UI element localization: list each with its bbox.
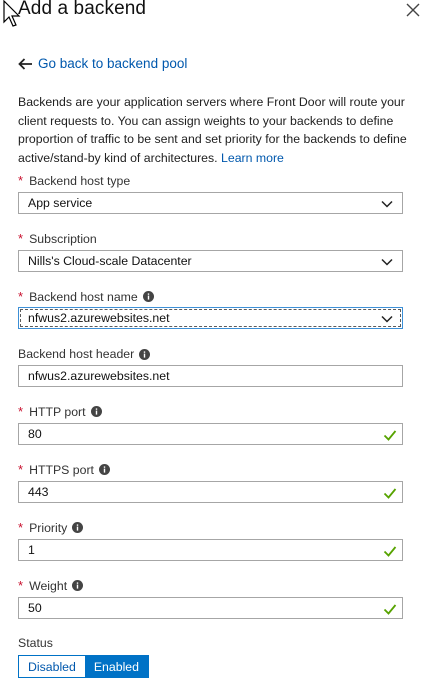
learn-more-link[interactable]: Learn more	[221, 151, 284, 165]
chevron-down-icon	[381, 200, 393, 208]
https-port-input[interactable]: 443	[18, 481, 403, 503]
checkmark-icon	[383, 546, 397, 557]
info-icon[interactable]	[72, 522, 84, 533]
host-header-input[interactable]: nfwus2.azurewebsites.net	[18, 365, 403, 387]
host-name-label: * Backend host name	[18, 289, 154, 304]
required-marker: *	[18, 578, 24, 593]
description: Backends are your application servers wh…	[18, 93, 408, 167]
back-link-label: Go back to backend pool	[38, 56, 188, 71]
host-type-select[interactable]: App service	[18, 192, 403, 214]
required-marker: *	[18, 231, 24, 246]
required-marker: *	[18, 173, 24, 188]
required-marker: *	[18, 404, 24, 419]
http-port-label: * HTTP port	[18, 404, 102, 419]
description-text: Backends are your application servers wh…	[18, 95, 407, 165]
required-marker: *	[18, 520, 24, 535]
host-type-label: * Backend host type	[18, 173, 131, 188]
required-marker: *	[18, 289, 24, 304]
info-icon[interactable]	[90, 406, 102, 417]
chevron-down-icon	[381, 315, 393, 323]
page-title: Add a backend	[18, 0, 147, 19]
close-icon	[406, 3, 420, 17]
checkmark-icon	[383, 604, 397, 615]
weight-label: * Weight	[18, 578, 84, 593]
priority-label: * Priority	[18, 520, 84, 535]
priority-input[interactable]: 1	[18, 539, 403, 561]
weight-input[interactable]: 50	[18, 597, 403, 619]
subscription-select[interactable]: Nills's Cloud-scale Datacenter	[18, 250, 403, 272]
required-marker: *	[18, 462, 24, 477]
back-to-backend-pool-link[interactable]: Go back to backend pool	[18, 56, 187, 71]
https-port-label: * HTTPS port	[18, 462, 110, 477]
subscription-label: * Subscription	[18, 231, 97, 246]
info-icon[interactable]	[139, 348, 151, 360]
info-icon[interactable]	[72, 580, 84, 591]
arrow-left-icon	[18, 57, 32, 70]
checkmark-icon	[383, 488, 397, 499]
status-label: Status	[18, 636, 53, 650]
add-backend-panel: Add a backend Go back to backend pool Ba…	[0, 0, 428, 700]
info-icon[interactable]	[142, 291, 154, 302]
status-toggle[interactable]: Disabled Enabled	[18, 655, 149, 678]
host-header-label: Backend host header	[18, 347, 151, 361]
status-enabled-option[interactable]: Enabled	[84, 656, 148, 677]
http-port-input[interactable]: 80	[18, 423, 403, 445]
status-disabled-option[interactable]: Disabled	[19, 656, 85, 677]
chevron-down-icon	[381, 258, 393, 266]
checkmark-icon	[383, 430, 397, 441]
close-button[interactable]	[404, 1, 422, 19]
host-name-select[interactable]: nfwus2.azurewebsites.net	[18, 307, 403, 329]
info-icon[interactable]	[98, 464, 110, 475]
